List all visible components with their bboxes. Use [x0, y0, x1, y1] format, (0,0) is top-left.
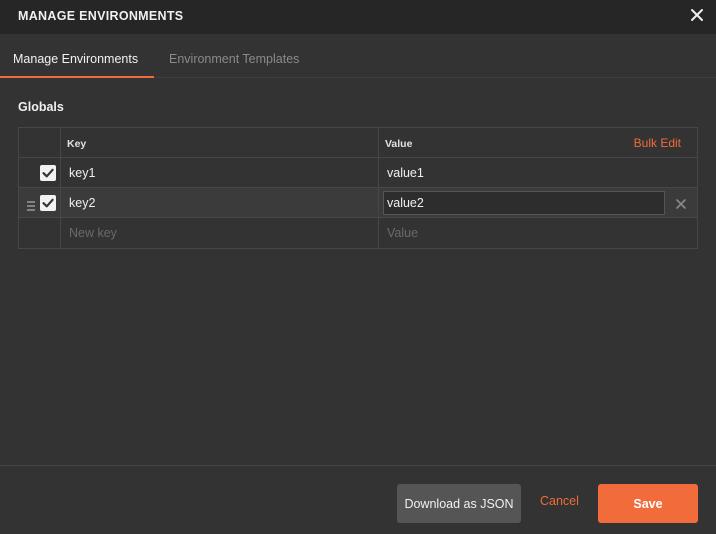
row-enabled-checkbox[interactable] [40, 195, 56, 211]
table-row-new: New key Value [19, 218, 697, 248]
download-json-button[interactable]: Download as JSON [397, 484, 521, 523]
delete-row-icon[interactable] [675, 197, 687, 209]
value-column-header: Value [385, 138, 413, 150]
close-icon[interactable] [688, 6, 706, 24]
dialog-title: MANAGE ENVIRONMENTS [18, 9, 184, 23]
drag-handle-icon[interactable] [27, 198, 35, 211]
cancel-button[interactable]: Cancel [540, 494, 579, 508]
globals-heading: Globals [18, 100, 64, 114]
save-button[interactable]: Save [598, 484, 698, 523]
tab-bar: Manage Environments Environment Template… [0, 34, 716, 78]
key-column-header: Key [67, 138, 87, 150]
dialog-footer: Download as JSON Cancel Save [0, 465, 716, 534]
tab-environment-templates[interactable]: Environment Templates [169, 52, 299, 78]
row-check-cell [19, 218, 61, 248]
row-check-cell [19, 158, 61, 187]
tab-manage-environments[interactable]: Manage Environments [0, 52, 154, 78]
header-check-cell [19, 128, 61, 157]
new-key-placeholder: New key [69, 226, 117, 240]
key-cell[interactable]: key1 [61, 158, 379, 187]
header-value-cell: Value Bulk Edit [379, 128, 697, 157]
key-text: key2 [69, 196, 96, 210]
table-row: key2 [19, 188, 697, 218]
header-key-cell: Key [61, 128, 379, 157]
globals-table: Key Value Bulk Edit key1 value1 key2 val… [18, 127, 698, 249]
table-row: key1 value1 [19, 158, 697, 188]
bulk-edit-link[interactable]: Bulk Edit [634, 136, 681, 150]
row-check-cell [19, 188, 61, 217]
table-header: Key Value Bulk Edit [19, 128, 697, 158]
value-cell [379, 188, 697, 217]
value-text: value1 [387, 166, 424, 180]
title-bar: MANAGE ENVIRONMENTS [0, 0, 716, 34]
new-key-cell[interactable]: New key [61, 218, 379, 248]
value-input[interactable] [383, 191, 665, 215]
new-value-placeholder: Value [387, 226, 419, 240]
key-cell[interactable]: key2 [61, 188, 379, 217]
value-cell[interactable]: value1 [379, 158, 697, 187]
row-enabled-checkbox[interactable] [40, 165, 56, 181]
new-value-cell[interactable]: Value [379, 218, 697, 248]
key-text: key1 [69, 166, 96, 180]
